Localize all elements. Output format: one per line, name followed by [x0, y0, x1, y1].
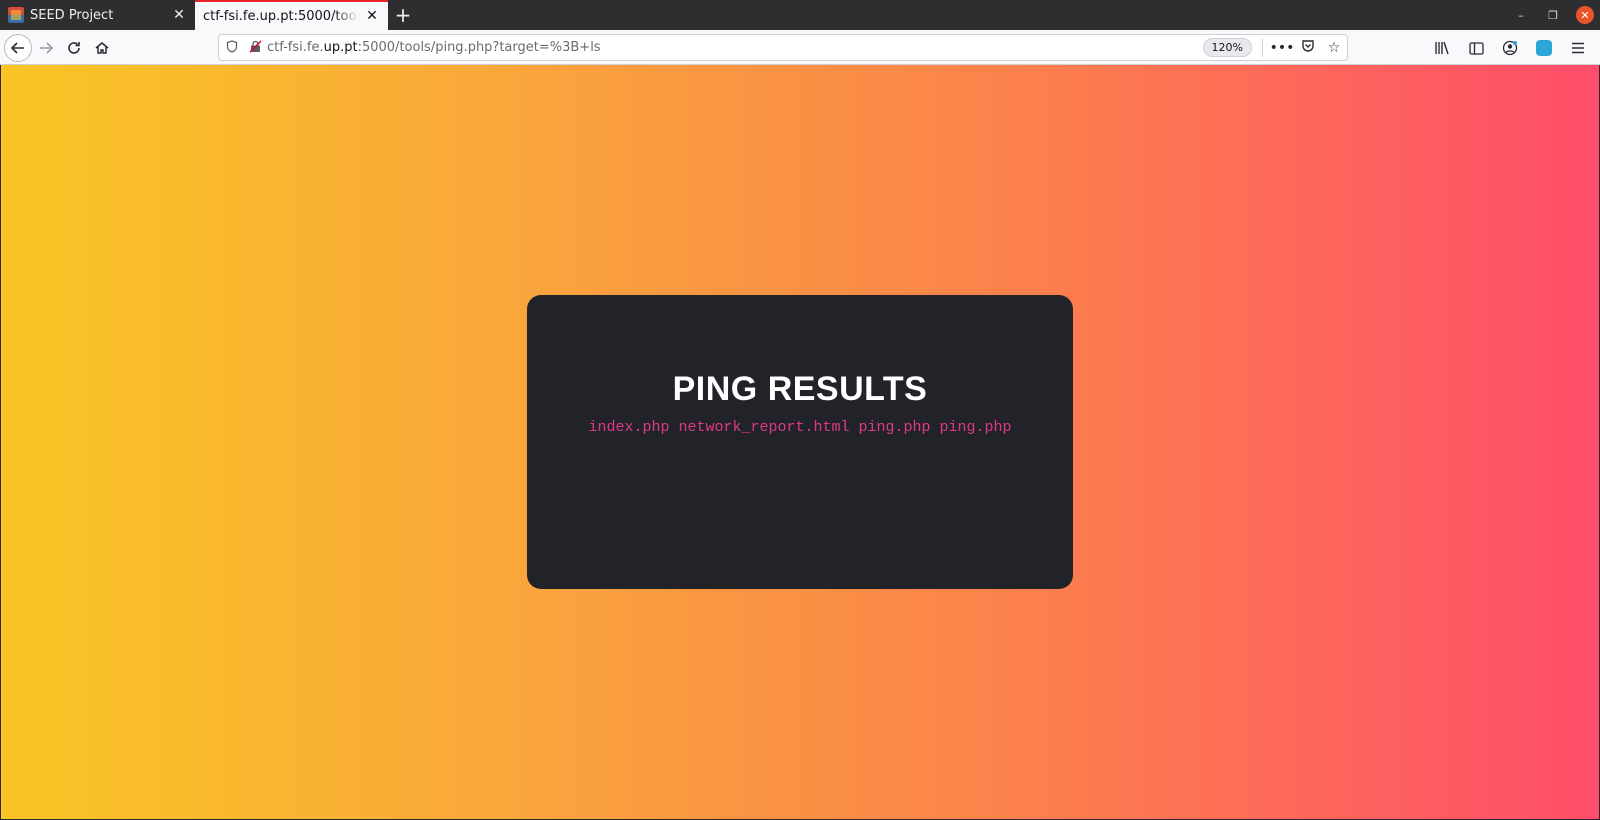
- window-controls: – ❐ ✕: [1512, 0, 1594, 30]
- arrow-left-icon: [10, 42, 24, 54]
- account-icon[interactable]: [1498, 36, 1522, 60]
- menu-icon[interactable]: [1566, 36, 1590, 60]
- navigation-toolbar: ctf-fsi.fe.up.pt:5000/tools/ping.php?tar…: [0, 30, 1600, 65]
- url-text[interactable]: ctf-fsi.fe.up.pt:5000/tools/ping.php?tar…: [265, 40, 1203, 55]
- tab-seed-project[interactable]: SEED Project ✕: [0, 0, 195, 30]
- sidebar-icon[interactable]: [1464, 36, 1488, 60]
- reload-icon: [68, 42, 80, 54]
- minimize-icon[interactable]: –: [1512, 6, 1530, 24]
- divider: [1262, 38, 1263, 57]
- close-icon[interactable]: ✕: [171, 7, 187, 23]
- seed-favicon-icon: [8, 7, 24, 23]
- window-close-icon[interactable]: ✕: [1576, 6, 1594, 24]
- page-title: PING RESULTS: [672, 370, 928, 408]
- tab-title: SEED Project: [30, 7, 114, 23]
- forward-button[interactable]: [32, 34, 60, 62]
- home-icon: [95, 42, 109, 54]
- pocket-icon[interactable]: [1295, 39, 1321, 57]
- shield-icon[interactable]: [219, 39, 245, 56]
- tab-title: ctf-fsi.fe.up.pt:5000/tools/p: [203, 8, 358, 24]
- insecure-lock-icon[interactable]: [245, 40, 265, 56]
- command-output: index.php network_report.html ping.php p…: [588, 419, 1012, 436]
- tab-ping[interactable]: ctf-fsi.fe.up.pt:5000/tools/p ✕: [195, 0, 388, 30]
- tab-bar: SEED Project ✕ ctf-fsi.fe.up.pt:5000/too…: [0, 0, 1600, 30]
- new-tab-button[interactable]: +: [388, 0, 418, 30]
- bookmark-star-icon[interactable]: ☆: [1321, 40, 1347, 56]
- reload-button[interactable]: [60, 34, 88, 62]
- page-viewport: PING RESULTS index.php network_report.ht…: [0, 65, 1600, 820]
- toolbar-icons: [1430, 34, 1590, 62]
- url-prefix: ctf-fsi.fe.: [267, 40, 324, 55]
- close-icon[interactable]: ✕: [364, 8, 380, 24]
- extension-icon[interactable]: [1532, 36, 1556, 60]
- restore-icon[interactable]: ❐: [1544, 6, 1562, 24]
- page-actions-icon[interactable]: •••: [1269, 40, 1295, 56]
- address-bar[interactable]: ctf-fsi.fe.up.pt:5000/tools/ping.php?tar…: [218, 34, 1348, 61]
- zoom-indicator[interactable]: 120%: [1202, 38, 1252, 57]
- library-icon[interactable]: [1430, 36, 1454, 60]
- back-button[interactable]: [4, 34, 32, 62]
- url-domain: up.pt: [323, 40, 358, 55]
- url-rest: :5000/tools/ping.php?target=%3B+ls: [357, 40, 601, 55]
- home-button[interactable]: [88, 34, 116, 62]
- results-card: PING RESULTS index.php network_report.ht…: [527, 295, 1073, 589]
- arrow-right-icon: [40, 42, 54, 54]
